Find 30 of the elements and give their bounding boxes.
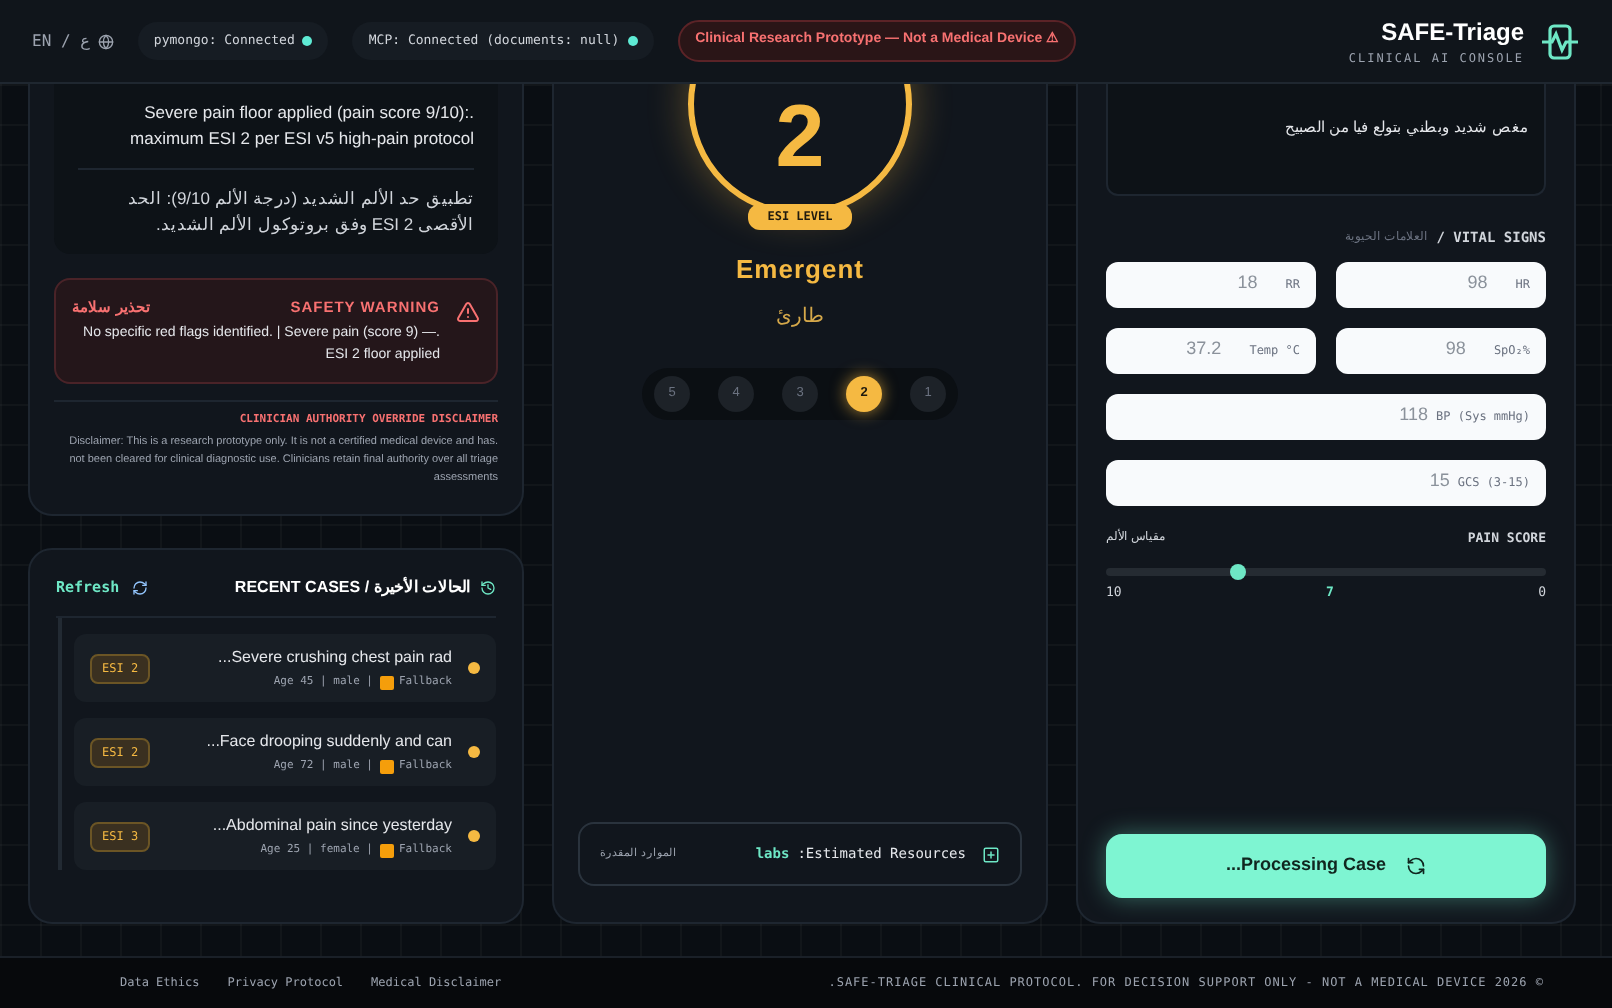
history-icon <box>480 580 496 596</box>
rationale-text: .Severe pain floor applied (pain score 9/10): maximum ESI 2 per ESI v5 high-pain protocol <box>128 100 474 152</box>
rationale-arabic-text: تطبيق حد الألم الشديد (درجة الألم 9/10): الحد الأقصى ESI 2 وفق بروتوكول الألم الشديد. <box>125 186 474 238</box>
language-toggle[interactable]: EN / ع <box>32 29 90 53</box>
esi-value: 2 <box>775 94 825 182</box>
category-arabic: طارئ <box>776 303 824 331</box>
warning-icon <box>456 300 480 324</box>
plus-icon <box>982 845 1000 863</box>
fallback-icon <box>379 675 393 689</box>
pain-slider-thumb[interactable] <box>1230 564 1246 581</box>
phone-pulse-icon <box>1540 21 1580 61</box>
vital-input[interactable]: 118 <box>1122 402 1429 430</box>
case-title: ...Severe crushing chest pain rad <box>218 645 452 670</box>
pain-slider-track[interactable] <box>1106 568 1546 577</box>
refresh-icon <box>1406 856 1427 876</box>
vital-input[interactable]: 37.2 <box>1122 336 1242 364</box>
vital-input[interactable]: 98 <box>1352 336 1486 364</box>
case-title: ...Abdominal pain since yesterday <box>212 813 452 838</box>
globe-icon[interactable] <box>97 33 114 49</box>
fallback-icon <box>379 759 393 773</box>
fallback-icon <box>379 843 393 857</box>
vital-input[interactable]: 15 <box>1122 468 1450 496</box>
submit-button[interactable]: ...Processing Case <box>1106 834 1546 898</box>
brand-title: SAFE-Triage <box>1381 16 1524 50</box>
vital-input[interactable]: 98 <box>1352 270 1508 298</box>
case-title: ...Face drooping suddenly and can <box>206 729 452 754</box>
refresh-icon <box>131 580 148 596</box>
category-title: Emergent <box>736 252 864 288</box>
recent-cases-title: RECENT CASES / الحالات الأخيرة <box>234 576 470 600</box>
vital-input[interactable]: 18 <box>1122 270 1278 298</box>
